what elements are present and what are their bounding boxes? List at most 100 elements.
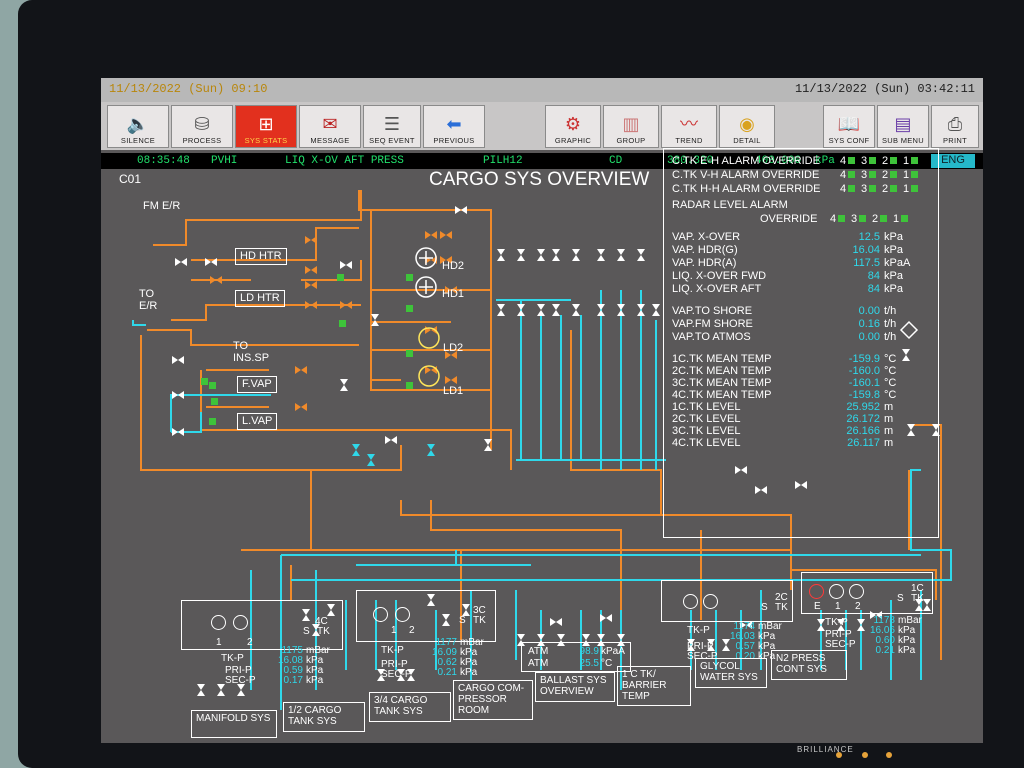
sys-stats-button[interactable]: ⊞ SYS STATS bbox=[235, 105, 297, 148]
tank-1c-e: E bbox=[814, 601, 821, 612]
liq-xover-fwd-value: 84 bbox=[867, 270, 880, 282]
network-icon: ⊞ bbox=[258, 114, 274, 135]
tank-3c-sec-label: SEC-P bbox=[381, 669, 412, 680]
alarm-code: PVHI bbox=[211, 155, 238, 167]
tk3-temp-label: 3C.TK MEAN TEMP bbox=[672, 377, 772, 389]
graphic-button[interactable]: ⚙ GRAPHIC bbox=[545, 105, 601, 148]
tank-3c-tk: TK bbox=[473, 615, 486, 626]
ov-radar-2: 2 bbox=[872, 213, 879, 225]
tank-1c-tkp-label: TK-P bbox=[825, 617, 848, 628]
ov-vh-1: 1 bbox=[903, 169, 910, 181]
ld-htr-box[interactable]: LD HTR bbox=[235, 290, 285, 307]
tank-3c-s: S bbox=[459, 615, 466, 626]
tk4-level-label: 4C.TK LEVEL bbox=[672, 437, 741, 449]
nav-ballast-sys-overview[interactable]: BALLAST SYS OVERVIEW bbox=[535, 672, 615, 702]
pump-gauge-icon bbox=[849, 584, 864, 599]
process-button[interactable]: ⛁ PROCESS bbox=[171, 105, 233, 148]
tk1-level-unit: m bbox=[884, 401, 894, 413]
atm-label-2: ATM bbox=[528, 658, 549, 669]
ov-eh-3-square bbox=[869, 157, 876, 164]
fm-er-label: FM E/R bbox=[143, 200, 181, 212]
nav-cargo-compressor-room[interactable]: CARGO COM-PRESSOR ROOM bbox=[453, 680, 533, 720]
monitor-brand-label: BRILLIANCE bbox=[797, 745, 854, 754]
power-led bbox=[836, 752, 842, 758]
tk1-level-value: 25.952 bbox=[846, 401, 880, 413]
book-icon: 📖 bbox=[837, 114, 861, 135]
atm-temp-unit: °C bbox=[601, 658, 613, 669]
nav-n2-press-cont-sys[interactable]: N2 PRESS CONT SYS bbox=[771, 650, 847, 680]
tk3-level-label: 3C.TK LEVEL bbox=[672, 425, 741, 437]
summary-panel: C.TK E-H ALARM OVERRIDE C.TK V-H ALARM O… bbox=[663, 148, 939, 538]
ov-vh-2: 2 bbox=[882, 169, 889, 181]
submenu-icon: ▤ bbox=[894, 114, 912, 135]
ov-eh-2: 2 bbox=[882, 155, 889, 167]
override-vh-row[interactable]: C.TK V-H ALARM OVERRIDE bbox=[672, 169, 819, 181]
vap-to-atmos-value: 0.00 bbox=[858, 331, 880, 343]
override-vh-label: C.TK V-H ALARM OVERRIDE bbox=[672, 169, 820, 181]
atm-temp-value: 25.5 bbox=[579, 658, 599, 669]
tk3-temp-value: -160.1 bbox=[848, 377, 880, 389]
sub-menu-button[interactable]: ▤ SUB MENU bbox=[877, 105, 929, 148]
speaker-icon: 🔈 bbox=[126, 114, 150, 135]
override-eh-row[interactable]: C.TK E-H ALARM OVERRIDE bbox=[672, 155, 820, 167]
trend-button[interactable]: 〰 TREND bbox=[661, 105, 717, 148]
printer-icon: ⎙ bbox=[947, 114, 963, 135]
tk3-temp-unit: °C bbox=[884, 377, 897, 389]
nav-glycol-water-sys[interactable]: GLYCOL WATER SYS bbox=[695, 658, 767, 688]
vap-fm-shore-value: 0.16 bbox=[858, 318, 880, 330]
silence-button[interactable]: 🔈 SILENCE bbox=[107, 105, 169, 148]
detail-button[interactable]: ◉ DETAIL bbox=[719, 105, 775, 148]
tk3-level-unit: m bbox=[884, 425, 894, 437]
atm-label-1: ATM bbox=[528, 646, 549, 657]
nav-1c-tk-barrier-temp[interactable]: 1 C TK/ BARRIER TEMP bbox=[617, 666, 691, 706]
tank-4c-sec-value: 0.17 bbox=[283, 675, 303, 686]
vap-xover-value: 12.5 bbox=[858, 231, 880, 243]
seq-event-button[interactable]: ☰ SEQ EVENT bbox=[363, 105, 421, 148]
nav-34-cargo-tank-sys[interactable]: 3/4 CARGO TANK SYS bbox=[369, 692, 451, 722]
print-button[interactable]: ⎙ PRINT bbox=[931, 105, 979, 148]
vap-fm-shore-unit: t/h bbox=[884, 318, 897, 330]
vap-fm-shore-label: VAP.FM SHORE bbox=[672, 318, 753, 330]
ov-vh-1-square bbox=[911, 171, 918, 178]
ov-eh-4-square bbox=[848, 157, 855, 164]
vap-to-shore-label: VAP.TO SHORE bbox=[672, 305, 753, 317]
fvap-box[interactable]: F.VAP bbox=[237, 376, 277, 393]
hd-htr-box[interactable]: HD HTR bbox=[235, 248, 287, 265]
ov-hh-4-square bbox=[848, 185, 855, 192]
tank-3c-sec-unit: kPa bbox=[460, 667, 478, 678]
liq-xover-aft-unit: kPa bbox=[884, 283, 903, 295]
previous-label: PREVIOUS bbox=[433, 136, 475, 145]
vap-to-atmos-unit: t/h bbox=[884, 331, 897, 343]
toolbar: 🔈 SILENCE ⛁ PROCESS ⊞ SYS STATS ✉ MESSAG… bbox=[101, 102, 983, 150]
status-led bbox=[862, 752, 868, 758]
lvap-box[interactable]: L.VAP bbox=[237, 413, 278, 430]
atm-pressure-value: 98.9 bbox=[579, 646, 599, 657]
vap-xover-label: VAP. X-OVER bbox=[672, 231, 741, 243]
group-button[interactable]: ▥ GROUP bbox=[603, 105, 659, 148]
sys-conf-button[interactable]: 📖 SYS CONF bbox=[823, 105, 875, 148]
tank-4c-s: S bbox=[303, 626, 310, 637]
tk2-level-unit: m bbox=[884, 413, 894, 425]
tank-4c-sec-label: SEC-P bbox=[225, 675, 256, 686]
nav-12-cargo-tank-sys[interactable]: 1/2 CARGO TANK SYS bbox=[283, 702, 365, 732]
tank-4c-tkp-label: TK-P bbox=[221, 653, 244, 664]
vap-hdr-g-value: 16.04 bbox=[852, 244, 880, 256]
nav-manifold-sys[interactable]: MANIFOLD SYS bbox=[191, 710, 277, 738]
pump-gauge-icon bbox=[211, 615, 226, 630]
vap-hdr-a-label: VAP. HDR(A) bbox=[672, 257, 737, 269]
vap-hdr-g-label: VAP. HDR(G) bbox=[672, 244, 738, 256]
trend-label: TREND bbox=[675, 136, 703, 145]
ov-radar-3-square bbox=[859, 215, 866, 222]
tk1-level-label: 1C.TK LEVEL bbox=[672, 401, 741, 413]
tk4-temp-label: 4C.TK MEAN TEMP bbox=[672, 389, 772, 401]
graphic-icon: ⚙ bbox=[564, 114, 582, 135]
previous-button[interactable]: ⬅ PREVIOUS bbox=[423, 105, 485, 148]
tank-4c-pump-2: 2 bbox=[247, 637, 253, 648]
tank-3c-tkp-label: TK-P bbox=[381, 645, 404, 656]
tank-2c-box[interactable] bbox=[661, 580, 793, 622]
message-button[interactable]: ✉ MESSAGE bbox=[299, 105, 361, 148]
tank-3c-pump-1: 1 bbox=[391, 625, 397, 636]
tk4-level-unit: m bbox=[884, 437, 894, 449]
ov-hh-2: 2 bbox=[882, 183, 889, 195]
override-hh-row[interactable]: C.TK H-H ALARM OVERRIDE bbox=[672, 183, 821, 195]
